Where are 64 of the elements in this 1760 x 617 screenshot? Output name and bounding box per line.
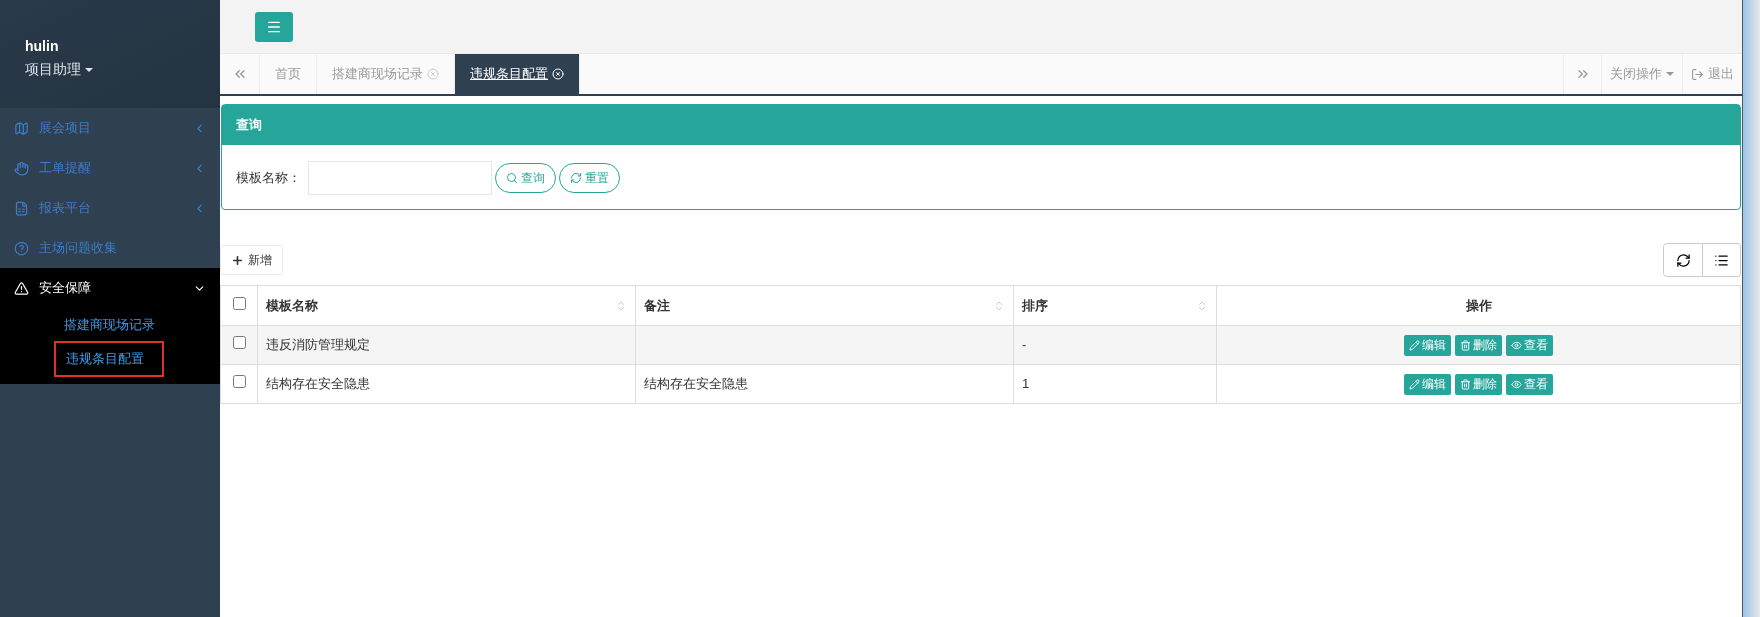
table-cell: 结构存在安全隐患 bbox=[644, 376, 748, 392]
action-button[interactable]: 编辑 bbox=[1404, 334, 1451, 356]
table-cell: 1 bbox=[1022, 376, 1030, 392]
trash-icon bbox=[1460, 339, 1471, 351]
pencil-icon bbox=[1409, 378, 1420, 390]
map-icon bbox=[14, 120, 29, 136]
nav-label: 安全保障 bbox=[39, 279, 92, 298]
close-menu-button[interactable]: 关闭操作 bbox=[1601, 54, 1682, 94]
pencil-icon bbox=[1409, 339, 1420, 351]
help-icon bbox=[14, 240, 29, 256]
role-dropdown[interactable]: 项目助理 bbox=[25, 59, 93, 80]
nav-item[interactable]: 展会项目 bbox=[0, 108, 220, 148]
caret-icon bbox=[85, 67, 93, 72]
action-button[interactable]: 查看 bbox=[1506, 373, 1553, 395]
trash-icon bbox=[1460, 378, 1471, 390]
menu-button[interactable] bbox=[255, 11, 293, 42]
nav-label: 工单提醒 bbox=[39, 159, 92, 178]
sort-icon[interactable] bbox=[993, 299, 1005, 312]
column-header[interactable]: 排序 bbox=[1013, 285, 1217, 326]
caret-icon bbox=[1666, 72, 1674, 76]
row-checkbox[interactable] bbox=[232, 336, 246, 350]
action-button[interactable]: 查看 bbox=[1506, 334, 1553, 356]
search-icon bbox=[506, 172, 518, 184]
nav-label: 展会项目 bbox=[39, 119, 92, 138]
columns-button[interactable] bbox=[1703, 243, 1741, 277]
spreadsheet-icon bbox=[14, 200, 29, 216]
page-tab[interactable]: 首页 bbox=[260, 54, 317, 94]
user-name: hulin bbox=[25, 37, 59, 56]
nav-item[interactable]: 安全保障 bbox=[0, 268, 220, 308]
panel-title: 查询 bbox=[236, 116, 262, 135]
template-name-field[interactable] bbox=[308, 161, 492, 195]
select-all-checkbox[interactable] bbox=[232, 296, 246, 310]
eye-icon bbox=[1511, 339, 1522, 351]
refresh-icon bbox=[570, 172, 582, 184]
nav-subitem[interactable]: 搭建商现场记录 bbox=[54, 309, 165, 341]
nav-label: 报表平台 bbox=[39, 199, 92, 218]
refresh-button[interactable] bbox=[1663, 243, 1703, 277]
nav-subitem[interactable]: 违规条目配置 bbox=[54, 341, 164, 377]
nav-item[interactable]: 工单提醒 bbox=[0, 148, 220, 188]
action-button[interactable]: 编辑 bbox=[1404, 373, 1451, 395]
column-header[interactable]: 模板名称 bbox=[257, 285, 636, 326]
logout-icon bbox=[1691, 67, 1704, 81]
sort-icon[interactable] bbox=[1196, 299, 1208, 312]
column-header[interactable]: 备注 bbox=[635, 285, 1014, 326]
column-header[interactable]: 操作 bbox=[1216, 285, 1741, 326]
table-cell: 违反消防管理规定 bbox=[266, 337, 370, 353]
row-checkbox[interactable] bbox=[232, 375, 246, 389]
sort-icon[interactable] bbox=[615, 299, 627, 312]
nav-item[interactable]: 主场问题收集 bbox=[0, 228, 220, 268]
refresh-icon bbox=[1675, 252, 1691, 268]
eye-icon bbox=[1511, 378, 1522, 390]
hand-icon bbox=[14, 160, 29, 176]
action-button[interactable]: 删除 bbox=[1455, 373, 1502, 395]
warning-icon bbox=[14, 280, 29, 296]
nav-item[interactable]: 报表平台 bbox=[0, 188, 220, 228]
field-label: 模板名称： bbox=[236, 169, 301, 188]
nav-label: 主场问题收集 bbox=[39, 239, 118, 258]
table-cell: 结构存在安全隐患 bbox=[266, 376, 370, 392]
plus-icon bbox=[231, 253, 244, 267]
action-button[interactable]: 删除 bbox=[1455, 334, 1502, 356]
list-icon bbox=[1714, 252, 1729, 268]
table-cell: - bbox=[1022, 337, 1027, 353]
add-button[interactable]: 新增 bbox=[220, 245, 283, 275]
page-tab[interactable]: 违规条目配置 bbox=[455, 54, 580, 94]
